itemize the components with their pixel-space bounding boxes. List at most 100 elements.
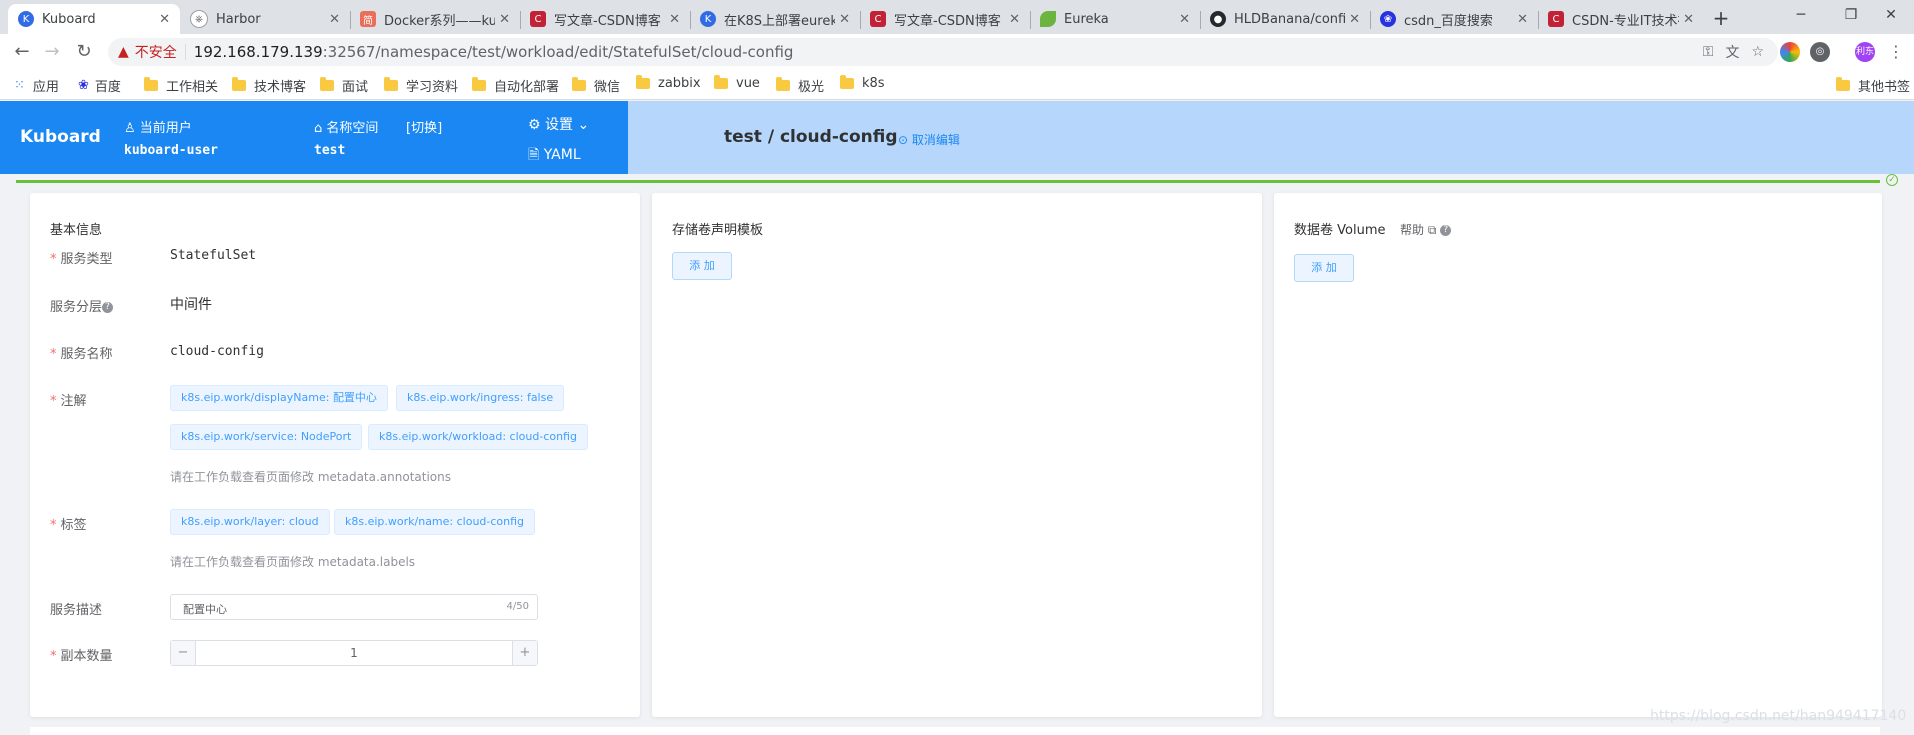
service-name-value: cloud-config [170, 344, 264, 359]
browser-tab[interactable]: Eureka ✕ [1030, 4, 1200, 34]
namespace-label: ⌂ 名称空间 [314, 121, 379, 136]
bookmark-folder[interactable]: 学习资料 [384, 76, 458, 95]
address-bar[interactable]: ▲ 不安全 192.168.179.139:32567/namespace/te… [108, 38, 1778, 66]
browser-tab[interactable]: ❀ csdn_百度搜索 ✕ [1370, 4, 1538, 34]
app-logo[interactable]: Kuboard [20, 127, 101, 147]
menu-icon[interactable]: ⋮ [1884, 40, 1908, 64]
bookmark-folder[interactable]: vue [714, 75, 760, 91]
insecure-label: 不安全 [134, 45, 177, 61]
reload-icon[interactable]: ↻ [72, 40, 96, 64]
kuboard-icon: K [700, 11, 716, 27]
close-icon[interactable]: ✕ [669, 12, 680, 27]
add-volume-button[interactable]: 添 加 [1294, 254, 1354, 282]
bookmark-folder[interactable]: zabbix [636, 75, 701, 91]
bookmark-folder[interactable]: 面试 [320, 76, 368, 95]
folder-icon [636, 75, 650, 89]
close-icon[interactable]: ✕ [1517, 12, 1528, 27]
new-tab-button[interactable]: + [1706, 4, 1736, 32]
bookmark-label: 微信 [594, 80, 621, 95]
key-icon[interactable]: ⚿ [1703, 44, 1714, 60]
description-input[interactable]: 配置中心 4/50 [170, 594, 538, 620]
folder-icon [714, 75, 728, 89]
close-icon[interactable]: ✕ [1349, 12, 1360, 27]
translate-icon[interactable]: 文 [1725, 42, 1739, 62]
title-separator: / [767, 127, 775, 147]
check-icon: ✓ [1886, 174, 1898, 186]
browser-tab[interactable]: K 在K8S上部署eurek ✕ [690, 4, 860, 34]
forward-icon[interactable]: → [40, 40, 64, 64]
replicas-stepper[interactable]: − 1 + [170, 640, 538, 666]
folder-icon [1836, 77, 1850, 91]
help-icon[interactable]: ? [102, 302, 114, 313]
yaml-button[interactable]: 🗎 YAML [528, 144, 581, 168]
bookmark-folder[interactable]: 微信 [572, 76, 620, 95]
close-icon[interactable]: ✕ [159, 12, 170, 27]
description-label: 服务描述 [50, 603, 103, 618]
settings-menu[interactable]: ⚙ 设置 ⌄ [528, 114, 589, 134]
browser-tab[interactable]: C 写文章-CSDN博客 ✕ [860, 4, 1030, 34]
extension-icon[interactable]: ◎ [1810, 42, 1830, 62]
minimize-icon[interactable]: ─ [1778, 0, 1824, 30]
browser-tab[interactable]: C 写文章-CSDN博客 ✕ [520, 4, 690, 34]
profile-avatar[interactable]: 利东 [1855, 42, 1875, 62]
bookmark-folder[interactable]: 技术博客 [232, 76, 306, 95]
tab-title: 写文章-CSDN博客 [894, 13, 1001, 29]
current-user: kuboard-user [124, 143, 218, 158]
add-pvc-button[interactable]: 添 加 [672, 252, 732, 280]
card-title: 数据卷 Volume [1294, 223, 1386, 238]
bookmark-folder[interactable]: k8s [840, 75, 885, 91]
bookmark-folder[interactable]: 自动化部署 [472, 76, 559, 95]
help-icon[interactable]: ? [1440, 225, 1452, 236]
bookmark-other[interactable]: 其他书签 [1836, 76, 1910, 95]
close-icon[interactable]: ✕ [839, 12, 850, 27]
url-text[interactable]: 192.168.179.139:32567/namespace/test/wor… [194, 43, 794, 61]
star-icon[interactable]: ☆ [1751, 44, 1764, 60]
bookmark-baidu[interactable]: ❀ 百度 [78, 76, 121, 95]
annotations-label: * 注解 [50, 394, 87, 409]
bookmark-label: 自动化部署 [494, 80, 560, 95]
baidu-icon: ❀ [1380, 11, 1396, 27]
browser-tab[interactable]: ⎈ Harbor ✕ [180, 4, 350, 34]
circle-x-icon: ⊙ [898, 133, 912, 147]
bookmark-folder[interactable]: 工作相关 [144, 76, 218, 95]
close-icon[interactable]: ✕ [329, 12, 340, 27]
service-type-label: * 服务类型 [50, 252, 113, 267]
replicas-label: * 副本数量 [50, 649, 113, 664]
cancel-edit-button[interactable]: ⊙ 取消编辑 [898, 131, 960, 148]
bookmark-apps[interactable]: ⁙ 应用 [14, 76, 59, 95]
user-icon: ♙ [124, 121, 140, 136]
pvc-templates-card: 存储卷声明模板 添 加 [652, 193, 1262, 717]
close-icon[interactable]: ✕ [1683, 12, 1694, 27]
browser-tab[interactable]: K Kuboard ✕ [8, 4, 180, 34]
browser-tab[interactable]: 简 Docker系列——ku ✕ [350, 4, 520, 34]
tab-title: Docker系列——ku [384, 13, 496, 29]
card-title: 存储卷声明模板 [672, 223, 764, 238]
bookmark-label: 工作相关 [166, 80, 219, 95]
bookmark-label: vue [736, 76, 760, 91]
bookmark-label: 其他书签 [1858, 80, 1911, 95]
replicas-value[interactable]: 1 [171, 646, 537, 660]
bookmark-label: zabbix [658, 76, 701, 91]
annotation-tag: k8s.eip.work/displayName: 配置中心 [170, 385, 388, 411]
back-icon[interactable]: ← [10, 40, 34, 64]
app-header: Kuboard ♙ 当前用户 kuboard-user ⌂ 名称空间 [切换] … [0, 101, 1914, 174]
close-icon[interactable]: ✕ [1179, 12, 1190, 27]
close-icon[interactable]: ✕ [1009, 12, 1020, 27]
tab-title: Kuboard [42, 11, 96, 27]
url-host: 192.168.179.139 [193, 43, 323, 61]
close-icon[interactable]: ✕ [499, 12, 510, 27]
switch-namespace-link[interactable]: [切换] [406, 117, 442, 136]
browser-tab[interactable]: C CSDN-专业IT技术社 ✕ [1538, 4, 1704, 34]
help-link[interactable]: 帮助 ⧉ ? [1400, 221, 1452, 238]
tab-title: HLDBanana/confi [1234, 11, 1346, 27]
tab-title: CSDN-专业IT技术社 [1572, 13, 1680, 29]
tab-title: Eureka [1064, 11, 1109, 27]
file-icon: 🗎 [528, 147, 544, 163]
bookmark-folder[interactable]: 极光 [776, 76, 824, 95]
close-window-icon[interactable]: ✕ [1868, 0, 1914, 30]
browser-tab[interactable]: ● HLDBanana/confi ✕ [1200, 4, 1370, 34]
increment-button[interactable]: + [512, 641, 537, 665]
bookmarks-bar: ⁙ 应用 ❀ 百度 工作相关 技术博客 面试 学习资料 自动化部署 微信 zabbi… [0, 70, 1914, 100]
extension-icon[interactable] [1780, 42, 1800, 62]
card-title: 基本信息 [50, 223, 103, 238]
